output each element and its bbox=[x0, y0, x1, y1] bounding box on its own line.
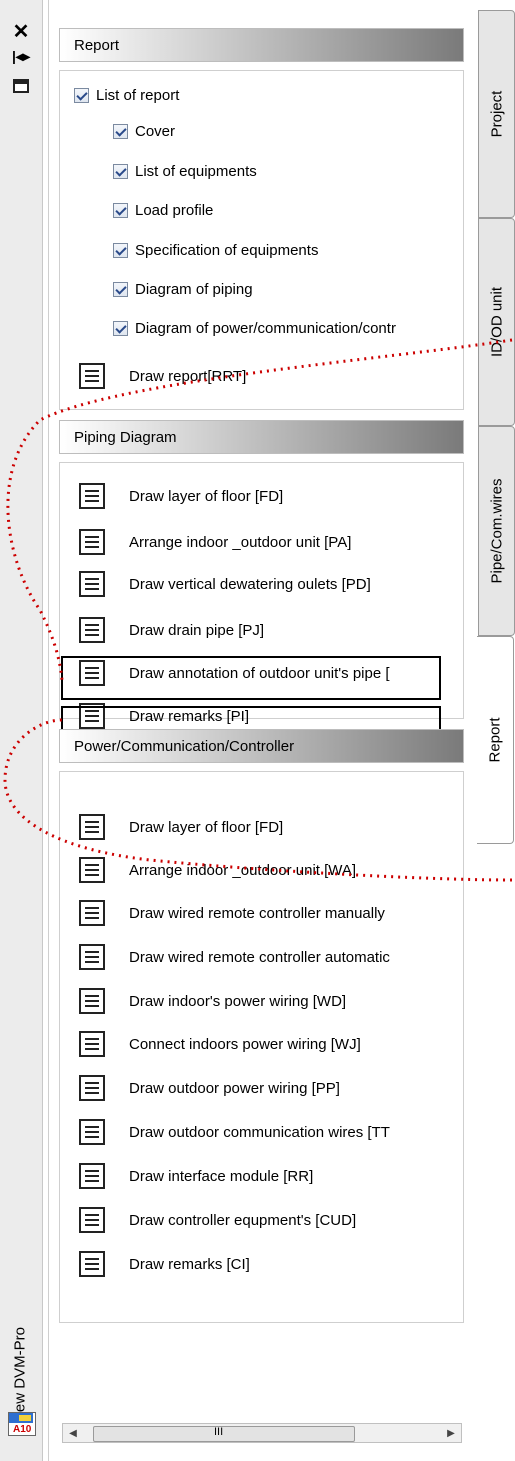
remarks-icon bbox=[79, 1251, 105, 1277]
piping-draw-layer-button[interactable]: Draw layer of floor [FD] bbox=[79, 480, 283, 512]
piping-arrange-unit-button[interactable]: Arrange indoor _outdoor unit [PA] bbox=[79, 526, 351, 558]
unit-icon bbox=[79, 529, 105, 555]
app-logo-icon: A10 bbox=[8, 1412, 36, 1436]
tab-project[interactable]: Project bbox=[478, 10, 515, 218]
checkbox-icon[interactable] bbox=[113, 163, 128, 179]
tab-id-od-unit[interactable]: ID/OD unit bbox=[478, 218, 515, 426]
tab-strip: Project ID/OD unit Pipe/Com.wires Report bbox=[477, 0, 515, 1461]
power-connect-wiring-button[interactable]: Connect indoors power wiring [WJ] bbox=[79, 1028, 361, 1060]
communication-icon bbox=[79, 1119, 105, 1145]
remote-controller-icon bbox=[79, 900, 105, 926]
power-draw-layer-button[interactable]: Draw layer of floor [FD] bbox=[79, 811, 283, 843]
controller-equipment-icon bbox=[79, 1207, 105, 1233]
properties-icon[interactable] bbox=[10, 77, 32, 95]
checkbox-icon[interactable] bbox=[113, 281, 128, 297]
dock-bar: ✕ |◂▸ New DVM-Pro A10 bbox=[0, 0, 43, 1461]
checkbox-diagram-of-power[interactable]: Diagram of power/communication/contr bbox=[113, 317, 396, 339]
outlet-icon bbox=[79, 571, 105, 597]
section-header-power[interactable]: Power/Communication/Controller bbox=[59, 729, 464, 763]
checkbox-load-profile[interactable]: Load profile bbox=[113, 199, 213, 221]
wiring-icon bbox=[79, 988, 105, 1014]
piping-vertical-outlets-button[interactable]: Draw vertical dewatering oulets [PD] bbox=[79, 568, 371, 600]
svg-text:A10: A10 bbox=[13, 1424, 32, 1433]
outdoor-power-icon bbox=[79, 1075, 105, 1101]
highlight-annotation bbox=[61, 656, 441, 700]
scroll-thumb-grip: III bbox=[214, 1426, 224, 1438]
checkbox-cover[interactable]: Cover bbox=[113, 120, 175, 142]
tab-pipe-com-wires[interactable]: Pipe/Com.wires bbox=[478, 426, 515, 636]
auto-hide-icon[interactable]: |◂▸ bbox=[10, 47, 32, 65]
power-arrange-unit-button[interactable]: Arrange indoor _outdoor unit [WA] bbox=[79, 854, 356, 886]
connect-wiring-icon bbox=[79, 1031, 105, 1057]
power-remote-auto-button[interactable]: Draw wired remote controller automatic bbox=[79, 941, 390, 973]
scroll-right-icon[interactable]: ▶ bbox=[441, 1424, 461, 1442]
scroll-left-icon[interactable]: ◀ bbox=[63, 1424, 83, 1442]
piping-drain-pipe-button[interactable]: Draw drain pipe [PJ] bbox=[79, 614, 264, 646]
checkbox-icon[interactable] bbox=[113, 320, 128, 336]
checkbox-list-of-equipments[interactable]: List of equipments bbox=[113, 160, 257, 182]
checkbox-specification[interactable]: Specification of equipments bbox=[113, 239, 318, 261]
horizontal-scrollbar[interactable]: ◀ III ▶ bbox=[62, 1423, 462, 1443]
layer-icon bbox=[79, 814, 105, 840]
drain-pipe-icon bbox=[79, 617, 105, 643]
power-remote-manual-button[interactable]: Draw wired remote controller manually bbox=[79, 897, 385, 929]
unit-icon bbox=[79, 857, 105, 883]
report-icon bbox=[79, 363, 105, 389]
power-controller-equipment-button[interactable]: Draw controller equpment's [CUD] bbox=[79, 1204, 356, 1236]
checkbox-icon[interactable] bbox=[113, 123, 128, 139]
palette-content: Report List of report Cover List of equi… bbox=[48, 0, 489, 1461]
interface-module-icon bbox=[79, 1163, 105, 1189]
checkbox-icon[interactable] bbox=[113, 202, 128, 218]
checkbox-icon[interactable] bbox=[113, 242, 128, 258]
section-header-piping[interactable]: Piping Diagram bbox=[59, 420, 464, 454]
power-comm-wires-button[interactable]: Draw outdoor communication wires [TT bbox=[79, 1116, 390, 1148]
remote-controller-auto-icon bbox=[79, 944, 105, 970]
scroll-thumb[interactable]: III bbox=[93, 1426, 355, 1442]
power-outdoor-wiring-button[interactable]: Draw outdoor power wiring [PP] bbox=[79, 1072, 340, 1104]
checkbox-icon[interactable] bbox=[74, 87, 89, 103]
draw-report-button[interactable]: Draw report[RRT] bbox=[79, 360, 246, 392]
checkbox-list-of-report[interactable]: List of report bbox=[74, 84, 179, 106]
power-indoor-wiring-button[interactable]: Draw indoor's power wiring [WD] bbox=[79, 985, 346, 1017]
tab-report[interactable]: Report bbox=[477, 636, 514, 844]
close-icon[interactable]: ✕ bbox=[10, 21, 32, 43]
power-interface-module-button[interactable]: Draw interface module [RR] bbox=[79, 1160, 313, 1192]
layer-icon bbox=[79, 483, 105, 509]
power-remarks-button[interactable]: Draw remarks [CI] bbox=[79, 1248, 250, 1280]
checkbox-diagram-of-piping[interactable]: Diagram of piping bbox=[113, 278, 253, 300]
section-header-report[interactable]: Report bbox=[59, 28, 464, 62]
